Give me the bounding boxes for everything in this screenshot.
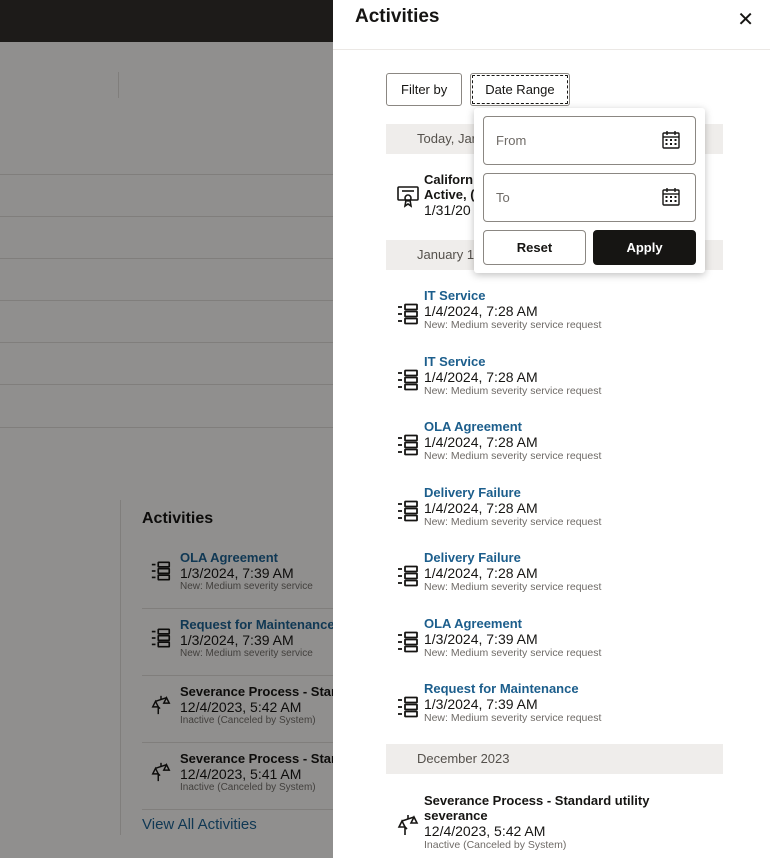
activity-title-link[interactable]: OLA Agreement [424,616,601,631]
list-icon [396,433,420,457]
activity-title-link[interactable]: Delivery Failure [424,485,601,500]
scale-icon [396,813,420,837]
activity-date: 1/4/2024, 7:28 AM [424,565,538,581]
list-icon [396,564,420,588]
activity-title-link[interactable]: Request for Maintenance [424,681,601,696]
list-item[interactable]: Delivery Failure 1/4/2024, 7:28 AM New: … [386,550,723,610]
drawer-title: Activities [355,6,440,27]
activity-date: 1/4/2024, 7:28 AM [424,369,538,385]
activity-date: 12/4/2023, 5:42 AM [424,823,546,839]
activity-status: New: Medium severity service request [424,647,602,659]
activity-status: New: Medium severity service request [424,450,602,462]
to-placeholder: To [496,190,510,205]
apply-button[interactable]: Apply [593,230,696,265]
calendar-icon[interactable] [661,130,681,150]
close-icon[interactable]: ✕ [737,7,754,32]
to-date-field[interactable]: To [483,173,696,222]
activity-status: New: Medium severity service request [424,319,602,331]
activity-subtitle: Active, ( [424,187,475,202]
date-range-popup: From To Reset Apply [474,108,705,273]
activity-date: 1/4/2024, 7:28 AM [424,434,538,450]
activity-status: New: Medium severity service request [424,516,602,528]
certificate-icon [396,184,420,208]
list-icon [396,630,420,654]
activity-date: 1/3/2024, 7:39 AM [424,696,538,712]
list-icon [396,368,420,392]
from-date-field[interactable]: From [483,116,696,165]
calendar-icon[interactable] [661,187,681,207]
activity-status: New: Medium severity service request [424,385,602,397]
list-item[interactable]: Severance Process - Standard utility sev… [386,793,723,858]
drawer-header: Activities ✕ [333,0,770,50]
activity-title-continued: severance [424,808,488,823]
activity-status: New: Medium severity service request [424,581,602,593]
activity-status: Inactive (Canceled by System) [424,839,567,851]
activity-title: Severance Process - Standard utility [424,793,650,808]
filter-bar: Filter by Date Range [386,73,570,106]
activity-title-link[interactable]: Delivery Failure [424,550,601,565]
filter-by-button[interactable]: Filter by [386,73,463,106]
list-icon [396,302,420,326]
from-placeholder: From [496,133,527,148]
list-item[interactable]: OLA Agreement 1/4/2024, 7:28 AM New: Med… [386,419,723,479]
activity-title-link[interactable]: IT Service [424,354,601,369]
activity-title-link[interactable]: IT Service [424,288,601,303]
list-item[interactable]: Request for Maintenance 1/3/2024, 7:39 A… [386,681,723,741]
list-item[interactable]: IT Service 1/4/2024, 7:28 AM New: Medium… [386,354,723,414]
activity-title-link[interactable]: OLA Agreement [424,419,601,434]
activity-date: 1/3/2024, 7:39 AM [424,631,538,647]
list-item[interactable]: Delivery Failure 1/4/2024, 7:28 AM New: … [386,485,723,545]
activity-date: 1/4/2024, 7:28 AM [424,303,538,319]
group-header-december: December 2023 [386,744,723,774]
list-item[interactable]: OLA Agreement 1/3/2024, 7:39 AM New: Med… [386,616,723,676]
modal-scrim[interactable] [0,0,333,858]
activity-date: 1/31/20 [424,202,471,218]
reset-button[interactable]: Reset [483,230,586,265]
list-item[interactable]: IT Service 1/4/2024, 7:28 AM New: Medium… [386,288,723,348]
activity-date: 1/4/2024, 7:28 AM [424,500,538,516]
list-icon [396,499,420,523]
activity-title: Californ [424,172,474,187]
list-icon [396,695,420,719]
activity-status: New: Medium severity service request [424,712,602,724]
date-range-button[interactable]: Date Range [470,73,570,106]
